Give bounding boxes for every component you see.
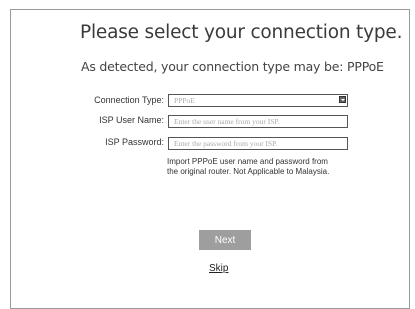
connection-type-label: Connection Type: [94,95,164,105]
isp-password-label: ISP Password: [105,137,164,147]
import-note: Import PPPoE user name and password from… [167,157,367,177]
isp-user-name-label: ISP User Name: [99,115,164,125]
connection-type-value: PPPoE [168,94,348,107]
detected-connection-text: As detected, your connection type may be… [81,59,384,74]
page-title: Please select your connection type. [80,22,403,43]
skip-link[interactable]: Skip [209,263,228,274]
dropdown-arrow-icon[interactable] [339,96,346,103]
import-note-line-2: the original router. Not Applicable to M… [167,167,330,176]
isp-password-input[interactable] [168,137,348,150]
next-button[interactable]: Next [199,230,251,250]
import-note-line-1: Import PPPoE user name and password from [167,157,328,166]
connection-type-select[interactable]: PPPoE [168,94,348,107]
isp-user-name-input[interactable] [168,115,348,128]
